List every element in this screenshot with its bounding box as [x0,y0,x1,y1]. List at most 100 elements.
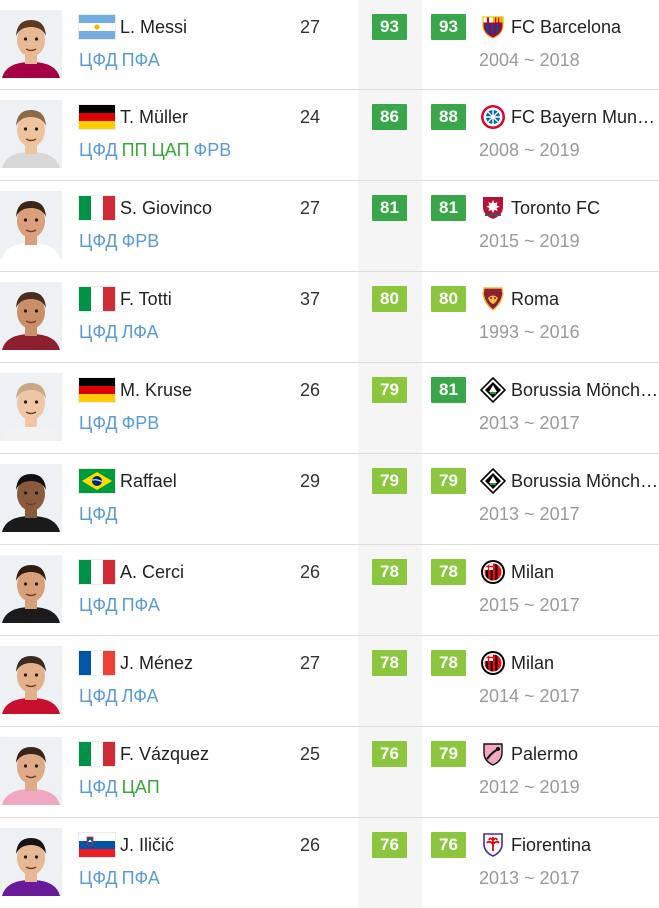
italy-flag-icon[interactable] [79,742,115,766]
position-tag[interactable]: ЛФА [122,322,159,342]
potential-rating-badge: 81 [431,195,466,221]
club-name[interactable]: Fiorentina [511,832,659,858]
bayern-munich-crest-icon[interactable] [480,104,506,130]
contract-years: 2014 ~ 2017 [479,686,580,706]
position-tag[interactable]: ПФА [122,50,160,70]
player-row[interactable]: M. Kruse ЦФД ФРВ 26 79 81 Borussia Mönche… [0,363,659,454]
brazil-flag-icon[interactable] [79,469,115,493]
club-name[interactable]: FC Barcelona [511,14,659,40]
position-tag[interactable]: ЦФД [79,231,118,251]
player-name[interactable]: T. Müller [120,104,188,130]
player-row[interactable]: S. Giovinco ЦФД ФРВ 27 81 81 Toronto FC 2… [0,181,659,272]
player-name[interactable]: M. Kruse [120,377,192,403]
italy-flag-icon[interactable] [79,560,115,584]
position-tag[interactable]: ЦФД [79,50,118,70]
player-photo[interactable] [0,10,62,78]
player-row[interactable]: J. Ménez ЦФД ЛФА 27 78 78 Milan 2014 ~ 20… [0,636,659,727]
player-photo[interactable] [0,191,62,259]
toronto-fc-crest-icon[interactable] [480,195,506,221]
club-name[interactable]: Toronto FC [511,195,659,221]
player-positions: ЦФД ФРВ [79,228,163,254]
gladbach-crest-icon[interactable] [480,377,506,403]
position-tag[interactable]: ЦФД [79,686,118,706]
player-row[interactable]: F. Totti ЦФД ЛФА 37 80 80 Roma 1993 ~ 201… [0,272,659,363]
player-age: 27 [300,17,321,37]
position-tag[interactable]: ФРВ [122,231,160,251]
player-row[interactable]: L. Messi ЦФД ПФА 27 93 93 FC Barcelona 20… [0,0,659,90]
player-photo[interactable] [0,555,62,623]
player-photo[interactable] [0,373,62,441]
germany-flag-icon[interactable] [79,378,115,402]
player-name[interactable]: S. Giovinco [120,195,212,221]
slovenia-flag-icon[interactable] [79,833,115,857]
position-tag[interactable]: ЦФД [79,868,118,888]
position-tag[interactable]: ПП [122,140,148,160]
player-name[interactable]: J. Iličić [120,832,174,858]
player-photo[interactable] [0,646,62,714]
player-name[interactable]: F. Vázquez [120,741,209,767]
club-name[interactable]: Palermo [511,741,659,767]
player-photo[interactable] [0,100,62,168]
player-row[interactable]: T. Müller ЦФД ПП ЦАП ФРВ 24 86 88 FC Bayern… [0,90,659,181]
player-name[interactable]: L. Messi [120,14,187,40]
ac-milan-crest-icon[interactable] [480,650,506,676]
position-tag[interactable]: ПФА [122,868,160,888]
contract-years: 2015 ~ 2019 [479,231,580,251]
contract-years: 2013 ~ 2017 [479,413,580,433]
position-tag[interactable]: ЦФД [79,322,118,342]
potential-rating-badge: 81 [431,377,466,403]
player-row[interactable]: A. Cerci ЦФД ПФА 26 78 78 Milan 2015 ~ 20… [0,545,659,636]
position-tag[interactable]: ЦАП [151,140,189,160]
position-tag[interactable]: ЛФА [122,686,159,706]
position-tag[interactable]: ЦАП [122,777,160,797]
position-tag[interactable]: ФРВ [122,413,160,433]
position-tag[interactable]: ЦФД [79,413,118,433]
player-row[interactable]: Raffael ЦФД 29 79 79 Borussia Mönchengla… [0,454,659,545]
player-positions: ЦФД ФРВ [79,410,163,436]
player-name[interactable]: A. Cerci [120,559,184,585]
position-tag[interactable]: ЦФД [79,504,118,524]
overall-rating-badge: 86 [372,104,407,130]
overall-rating-badge: 79 [372,468,407,494]
player-name[interactable]: J. Ménez [120,650,193,676]
position-tag[interactable]: ПФА [122,595,160,615]
player-positions: ЦФД ЦАП [79,774,164,800]
italy-flag-icon[interactable] [79,196,115,220]
club-name[interactable]: Borussia Mönchengladbach [511,377,659,403]
argentina-flag-icon[interactable] [79,15,115,39]
fiorentina-crest-icon[interactable] [480,832,506,858]
fc-barcelona-crest-icon[interactable] [480,14,506,40]
club-name[interactable]: Borussia Mönchengladbach [511,468,659,494]
club-name[interactable]: Milan [511,650,659,676]
position-tag[interactable]: ЦФД [79,595,118,615]
player-name[interactable]: Raffael [120,468,177,494]
overall-rating-badge: 79 [372,377,407,403]
overall-rating-badge: 93 [372,14,407,40]
player-photo[interactable] [0,282,62,350]
position-tag[interactable]: ЦФД [79,140,118,160]
overall-rating-badge: 80 [372,286,407,312]
club-name[interactable]: Roma [511,286,659,312]
gladbach-crest-icon[interactable] [480,468,506,494]
germany-flag-icon[interactable] [79,105,115,129]
position-tag[interactable]: ФРВ [194,140,232,160]
club-name[interactable]: FC Bayern Munich [511,104,659,130]
roma-crest-icon[interactable] [480,286,506,312]
france-flag-icon[interactable] [79,651,115,675]
club-name[interactable]: Milan [511,559,659,585]
player-row[interactable]: F. Vázquez ЦФД ЦАП 25 76 79 Palermo 2012 … [0,727,659,818]
position-tag[interactable]: ЦФД [79,777,118,797]
player-photo[interactable] [0,737,62,805]
player-photo[interactable] [0,828,62,896]
italy-flag-icon[interactable] [79,287,115,311]
player-positions: ЦФД ПП ЦАП ФРВ [79,137,235,163]
player-photo[interactable] [0,464,62,532]
overall-rating-badge: 78 [372,559,407,585]
ac-milan-crest-icon[interactable] [480,559,506,585]
player-age: 25 [300,744,321,764]
player-name[interactable]: F. Totti [120,286,172,312]
palermo-crest-icon[interactable] [480,741,506,767]
player-age: 26 [300,562,321,582]
contract-years: 2008 ~ 2019 [479,140,580,160]
player-row[interactable]: J. Iličić ЦФД ПФА 26 76 76 Fiorentina 201… [0,818,659,908]
